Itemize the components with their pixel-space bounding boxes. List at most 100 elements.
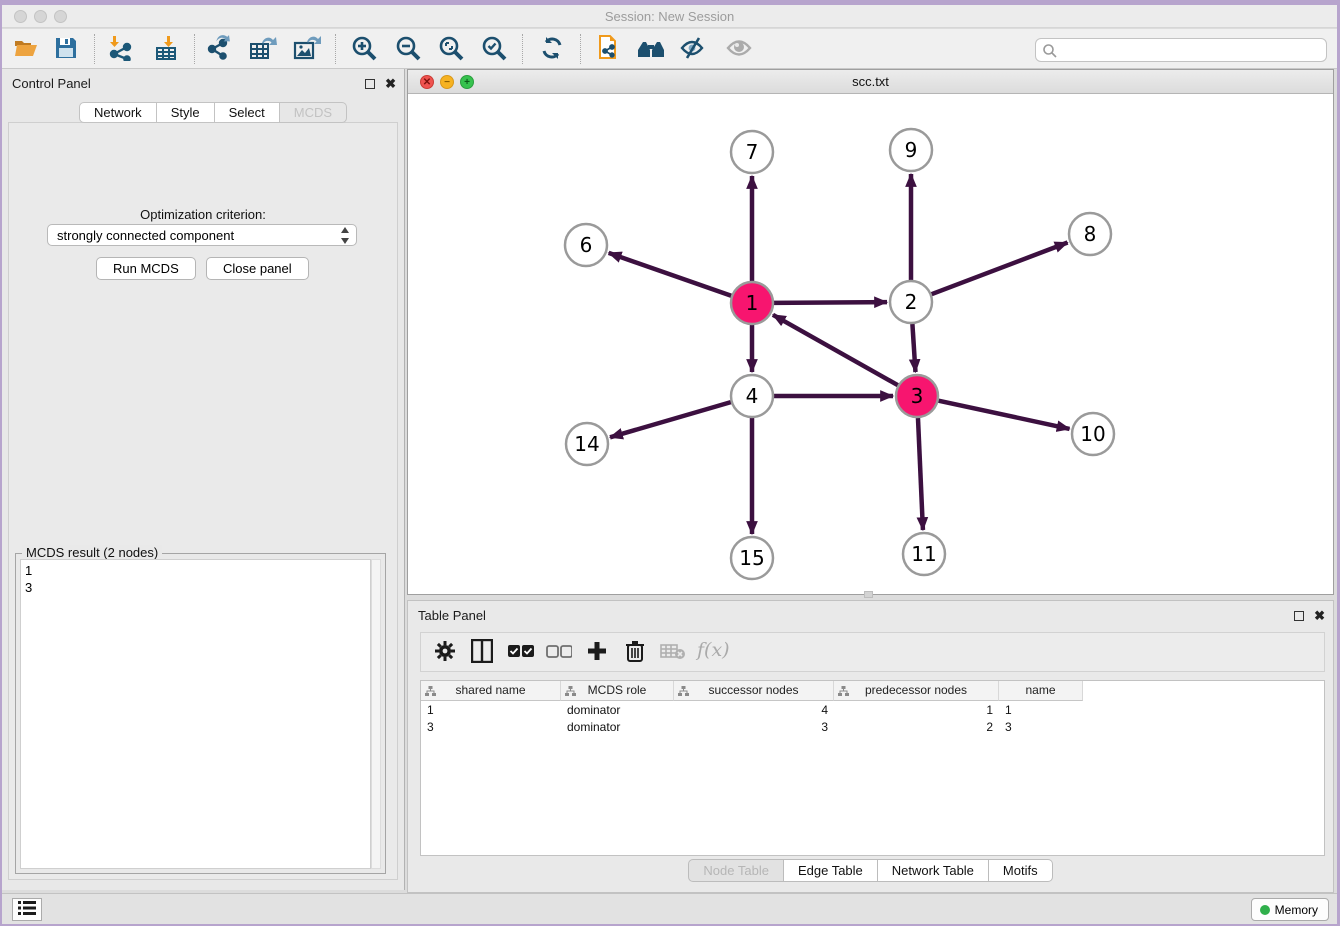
zoom-fit-button[interactable] — [433, 33, 469, 65]
cell-predecessor-nodes[interactable]: 1 — [834, 702, 999, 719]
memory-button[interactable]: Memory — [1251, 898, 1329, 921]
search-input[interactable] — [1062, 41, 1320, 59]
table-settings-button[interactable] — [429, 637, 461, 667]
graph-node-15[interactable]: 15 — [731, 537, 773, 579]
close-panel-icon[interactable]: ✖ — [385, 76, 396, 92]
close-panel-button[interactable]: Close panel — [206, 257, 309, 280]
graph-edge-4-14[interactable] — [610, 402, 731, 437]
zoom-out-button[interactable] — [390, 33, 426, 65]
mcds-result-scrollbar[interactable] — [371, 559, 381, 869]
svg-text:4: 4 — [746, 384, 759, 408]
mcds-panel-body: Optimization criterion: strongly connect… — [8, 122, 398, 880]
graph-node-14[interactable]: 14 — [566, 423, 608, 465]
cell-shared-name[interactable]: 1 — [421, 702, 561, 719]
delete-column-button[interactable] — [619, 637, 651, 667]
graph-node-11[interactable]: 11 — [903, 533, 945, 575]
tab-motifs[interactable]: Motifs — [989, 859, 1053, 882]
export-table-button[interactable] — [245, 33, 281, 65]
tab-node-table[interactable]: Node Table — [688, 859, 784, 882]
add-column-button[interactable] — [581, 637, 613, 667]
zoom-selected-button[interactable] — [476, 33, 512, 65]
column-header-mcds-role[interactable]: MCDS role — [561, 681, 674, 701]
splitter-handle[interactable] — [864, 591, 873, 598]
mcds-result-title: MCDS result (2 nodes) — [22, 545, 162, 560]
trash-icon — [625, 640, 645, 662]
table-panel-window-controls: ✖ — [1294, 607, 1325, 625]
deselect-all-button[interactable] — [543, 637, 575, 667]
import-network-icon — [107, 35, 133, 61]
export-network-button[interactable] — [202, 33, 238, 65]
export-image-button[interactable] — [289, 33, 325, 65]
graph-node-2[interactable]: 2 — [890, 281, 932, 323]
cell-mcds-role[interactable]: dominator — [561, 702, 674, 719]
cell-name[interactable]: 1 — [999, 702, 1083, 719]
network-canvas[interactable]: 7 9 6 8 1 2 4 3 14 10 15 11 — [408, 95, 1333, 594]
zoom-in-icon — [351, 35, 377, 61]
float-table-panel-icon[interactable] — [1294, 611, 1304, 621]
close-table-panel-icon[interactable]: ✖ — [1314, 608, 1325, 624]
search-box — [1035, 38, 1327, 62]
float-panel-icon[interactable] — [365, 79, 375, 89]
cell-name[interactable]: 3 — [999, 719, 1083, 736]
tab-select[interactable]: Select — [215, 102, 280, 123]
column-header-name[interactable]: name — [999, 681, 1083, 701]
graph-edge-1-6[interactable] — [609, 253, 732, 296]
column-header-predecessor-nodes[interactable]: predecessor nodes — [834, 681, 999, 701]
tab-mcds[interactable]: MCDS — [280, 102, 347, 123]
column-header-shared-name[interactable]: shared name — [421, 681, 561, 701]
graph-edge-2-3[interactable] — [912, 324, 915, 372]
show-all-button[interactable] — [721, 33, 757, 65]
graph-node-8[interactable]: 8 — [1069, 213, 1111, 255]
tab-edge-table[interactable]: Edge Table — [784, 859, 878, 882]
graph-edge-3-11[interactable] — [918, 418, 923, 530]
select-all-button[interactable] — [505, 637, 537, 667]
graph-node-7[interactable]: 7 — [731, 131, 773, 173]
graph-node-1[interactable]: 1 — [731, 282, 773, 324]
table-row[interactable]: 3 dominator 3 2 3 — [421, 719, 1083, 736]
eye-disabled-icon — [725, 36, 753, 60]
cell-mcds-role[interactable]: dominator — [561, 719, 674, 736]
graph-edge-3-10[interactable] — [939, 401, 1070, 429]
save-session-button[interactable] — [48, 33, 84, 65]
table-panel: Table Panel ✖ — [407, 600, 1334, 893]
graph-node-3[interactable]: 3 — [896, 375, 938, 417]
clone-network-button[interactable] — [590, 33, 626, 65]
tab-network[interactable]: Network — [79, 102, 157, 123]
hide-selected-button[interactable] — [675, 33, 711, 65]
svg-text:14: 14 — [574, 432, 599, 456]
export-image-icon — [293, 35, 321, 61]
graph-node-9[interactable]: 9 — [890, 129, 932, 171]
network-graph[interactable]: 7 9 6 8 1 2 4 3 14 10 15 11 — [408, 95, 1338, 595]
optimization-select[interactable]: strongly connected component — [47, 224, 357, 246]
run-mcds-button[interactable]: Run MCDS — [96, 257, 196, 280]
mcds-result-text[interactable]: 1 3 — [20, 559, 371, 869]
import-network-button[interactable] — [102, 33, 138, 65]
cell-successor-nodes[interactable]: 4 — [674, 702, 834, 719]
graph-edge-2-8[interactable] — [932, 243, 1068, 295]
delete-table-button[interactable] — [657, 637, 689, 667]
function-builder-icon[interactable]: f(x) — [697, 639, 730, 661]
column-header-successor-nodes[interactable]: successor nodes — [674, 681, 834, 701]
show-columns-button[interactable] — [466, 637, 498, 667]
graph-edge-3-1[interactable] — [773, 315, 898, 385]
control-panel-window-controls: ✖ — [365, 75, 396, 93]
cell-shared-name[interactable]: 3 — [421, 719, 561, 736]
graph-node-6[interactable]: 6 — [565, 224, 607, 266]
graph-node-4[interactable]: 4 — [731, 375, 773, 417]
node-table[interactable]: shared name MCDS role successor nodes pr… — [420, 680, 1325, 856]
tab-style[interactable]: Style — [157, 102, 215, 123]
cell-successor-nodes[interactable]: 3 — [674, 719, 834, 736]
zoom-out-icon — [395, 35, 421, 61]
import-table-button[interactable] — [149, 33, 185, 65]
graph-edge-1-2[interactable] — [774, 302, 887, 303]
task-history-button[interactable] — [12, 898, 42, 921]
hierarchy-icon — [838, 686, 849, 696]
table-row[interactable]: 1 dominator 4 1 1 — [421, 702, 1083, 719]
zoom-in-button[interactable] — [346, 33, 382, 65]
open-file-button[interactable] — [8, 33, 44, 65]
cell-predecessor-nodes[interactable]: 2 — [834, 719, 999, 736]
graph-node-10[interactable]: 10 — [1072, 413, 1114, 455]
first-neighbors-button[interactable] — [633, 33, 669, 65]
tab-network-table[interactable]: Network Table — [878, 859, 989, 882]
apply-layout-button[interactable] — [534, 33, 570, 65]
